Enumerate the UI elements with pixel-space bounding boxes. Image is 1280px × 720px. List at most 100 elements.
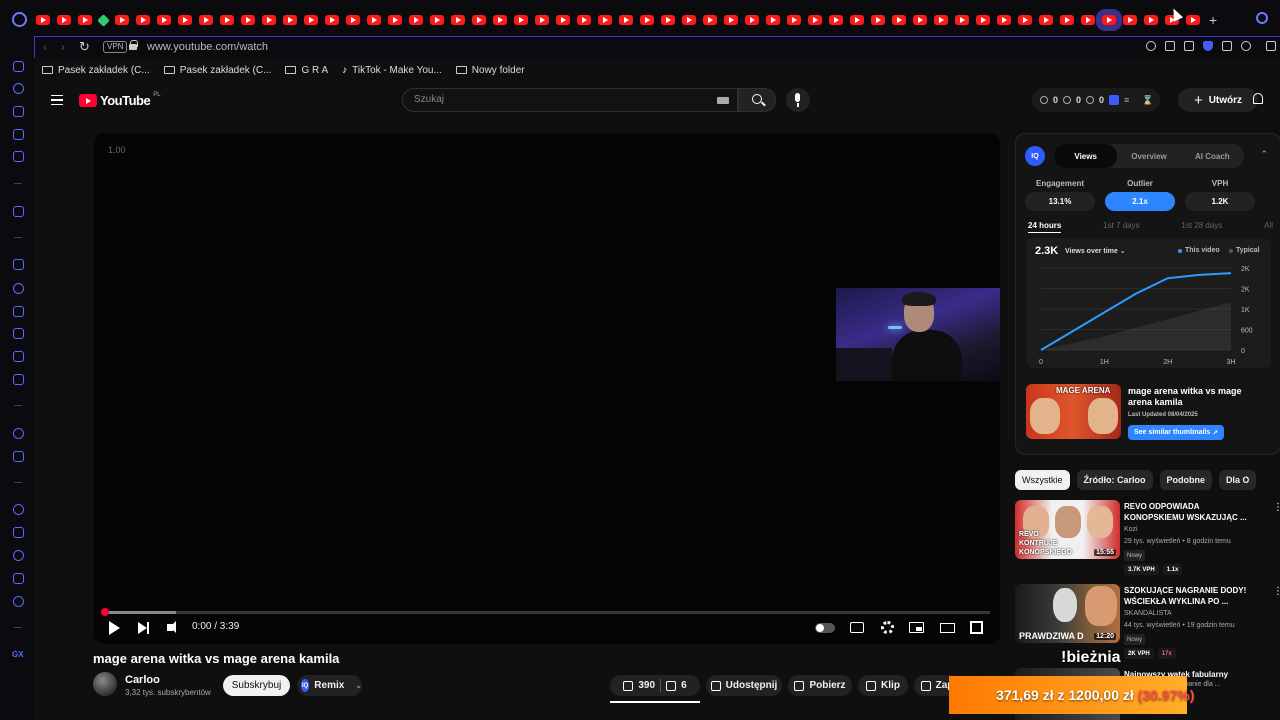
tab-favicon-icon[interactable] bbox=[955, 15, 969, 25]
workspaces-icon[interactable] bbox=[13, 61, 24, 72]
volume-icon[interactable] bbox=[167, 621, 176, 633]
subscribe-button[interactable]: Subskrybuj bbox=[223, 675, 290, 696]
history-icon[interactable] bbox=[13, 83, 24, 94]
list-icon[interactable]: ≡ bbox=[1124, 95, 1129, 105]
notifications-bell-icon[interactable] bbox=[1253, 93, 1263, 104]
tab-favicon-icon[interactable] bbox=[598, 15, 612, 25]
metric-engagement[interactable]: 13.1% bbox=[1025, 192, 1095, 211]
tab-favicon-icon[interactable] bbox=[1060, 15, 1074, 25]
chip-for-you[interactable]: Dla C bbox=[1219, 470, 1257, 490]
settings-icon[interactable] bbox=[13, 596, 24, 607]
tab-favicon-icon[interactable] bbox=[808, 15, 822, 25]
channel-name[interactable]: Carloo bbox=[125, 674, 160, 686]
tab-favicon-icon[interactable] bbox=[913, 15, 927, 25]
list-item[interactable]: PRAWDZIWA D 12:20 SZOKUJĄCE NAGRANIE DOD… bbox=[1015, 584, 1280, 664]
tab-favicon-icon[interactable] bbox=[178, 15, 192, 25]
period-all[interactable]: All bbox=[1264, 221, 1273, 233]
tab-favicon-icon[interactable] bbox=[619, 15, 633, 25]
tab-favicon-icon[interactable] bbox=[661, 15, 675, 25]
subtitles-icon[interactable] bbox=[850, 622, 864, 633]
zoom-icon[interactable] bbox=[1146, 41, 1156, 51]
keyboard-icon[interactable] bbox=[717, 97, 729, 104]
download-button[interactable]: Pobierz bbox=[788, 675, 852, 696]
extensions-sidebar-icon[interactable] bbox=[13, 573, 24, 584]
tab-views[interactable]: Views bbox=[1054, 144, 1118, 168]
tab-favicon-icon[interactable] bbox=[367, 15, 381, 25]
tab-favicon-icon[interactable] bbox=[976, 15, 990, 25]
tab-favicon-icon[interactable] bbox=[1081, 15, 1095, 25]
tab-favicon-icon[interactable] bbox=[388, 15, 402, 25]
voice-search-button[interactable] bbox=[786, 88, 810, 112]
opera-gx-icon[interactable]: GX bbox=[12, 650, 24, 659]
heart-icon[interactable] bbox=[1241, 41, 1251, 51]
tab-favicon-icon[interactable] bbox=[430, 15, 444, 25]
rec-thumbnail[interactable]: REVO KONTRUJE KONOPSKIEGO 15:55 bbox=[1015, 500, 1120, 559]
iq-extension-icon[interactable] bbox=[1109, 95, 1120, 105]
chip-source[interactable]: Źródło: Carloo bbox=[1076, 470, 1153, 490]
opera-logo-icon[interactable] bbox=[12, 12, 27, 27]
tab-favicon-icon[interactable] bbox=[787, 15, 801, 25]
search-button[interactable] bbox=[738, 88, 776, 112]
remix-button[interactable]: IQ Remix ⌄ bbox=[297, 675, 362, 696]
tab-favicon-icon[interactable] bbox=[1144, 15, 1158, 25]
tab-favicon-icon[interactable] bbox=[36, 15, 50, 25]
tab-search-icon[interactable] bbox=[1256, 12, 1268, 24]
gallery-icon[interactable] bbox=[13, 129, 24, 140]
menu-icon[interactable] bbox=[51, 95, 63, 105]
telegram-icon[interactable] bbox=[13, 306, 24, 317]
tab-favicon-icon[interactable] bbox=[871, 15, 885, 25]
rec-thumbnail[interactable]: PRAWDZIWA D 12:20 bbox=[1015, 584, 1120, 643]
create-button[interactable]: + Utwórz bbox=[1178, 88, 1258, 112]
x-twitter-icon[interactable] bbox=[13, 351, 24, 362]
forward-arrow-icon[interactable]: › bbox=[61, 40, 65, 54]
more-options-icon[interactable]: ⋮ bbox=[1273, 586, 1280, 597]
player-icon[interactable] bbox=[13, 451, 24, 462]
tab-overview[interactable]: Overview bbox=[1117, 144, 1180, 168]
twitch-icon[interactable] bbox=[13, 259, 24, 270]
tab-favicon-icon[interactable] bbox=[409, 15, 423, 25]
favorites-icon[interactable] bbox=[13, 504, 24, 515]
tab-favicon-icon[interactable] bbox=[346, 15, 360, 25]
aria-icon[interactable] bbox=[13, 206, 24, 217]
iq-video-thumbnail[interactable]: MAGE ARENA bbox=[1026, 384, 1121, 439]
share-button[interactable]: Udostępnij bbox=[706, 675, 782, 696]
tab-favicon-icon[interactable] bbox=[220, 15, 234, 25]
tab-favicon-icon[interactable] bbox=[850, 15, 864, 25]
youtube-logo[interactable]: YouTube PL bbox=[79, 92, 161, 108]
period-7d[interactable]: 1st 7 days bbox=[1103, 221, 1139, 233]
tab-ai-coach[interactable]: AI Coach bbox=[1181, 144, 1244, 168]
next-icon[interactable] bbox=[138, 622, 147, 634]
chip-all[interactable]: Wszystkie bbox=[1015, 470, 1070, 490]
back-arrow-icon[interactable]: ‹ bbox=[43, 40, 47, 54]
tab-favicon-icon[interactable] bbox=[829, 15, 843, 25]
tab-favicon-icon[interactable] bbox=[115, 15, 129, 25]
iq-logo[interactable]: IQ bbox=[1025, 146, 1045, 166]
messenger-icon[interactable] bbox=[13, 283, 24, 294]
tab-favicon-icon[interactable] bbox=[535, 15, 549, 25]
tab-favicon-icon[interactable] bbox=[78, 15, 92, 25]
tab-favicon-icon[interactable] bbox=[283, 15, 297, 25]
tab-favicon-icon[interactable] bbox=[1186, 15, 1200, 25]
instagram-icon[interactable] bbox=[13, 328, 24, 339]
messenger-m-icon[interactable] bbox=[13, 151, 24, 162]
see-similar-button[interactable]: See similar thumbnails ↗ bbox=[1128, 425, 1225, 440]
tab-favicon-icon[interactable] bbox=[703, 15, 717, 25]
tab-favicon-icon[interactable] bbox=[493, 15, 507, 25]
tab-favicon-icon[interactable] bbox=[1123, 15, 1137, 25]
search-input[interactable]: Szukaj bbox=[402, 88, 738, 112]
tab-favicon-icon[interactable] bbox=[556, 15, 570, 25]
bookmark-item[interactable]: G R A bbox=[285, 65, 328, 76]
miniplayer-icon[interactable] bbox=[909, 622, 924, 633]
fullscreen-icon[interactable] bbox=[970, 621, 983, 634]
tab-favicon-icon[interactable] bbox=[136, 15, 150, 25]
tabs-icon[interactable] bbox=[13, 527, 24, 538]
tab-favicon-icon[interactable] bbox=[745, 15, 759, 25]
spotify-icon[interactable] bbox=[13, 428, 24, 439]
tab-favicon-icon[interactable] bbox=[157, 15, 171, 25]
adblock-shield-icon[interactable] bbox=[1203, 41, 1213, 51]
metric-vph[interactable]: 1.2K bbox=[1185, 192, 1255, 211]
period-28d[interactable]: 1st 28 days bbox=[1181, 221, 1222, 233]
autoplay-toggle[interactable] bbox=[815, 623, 835, 633]
new-tab-icon[interactable]: + bbox=[1209, 12, 1217, 28]
play-icon[interactable] bbox=[109, 621, 120, 635]
